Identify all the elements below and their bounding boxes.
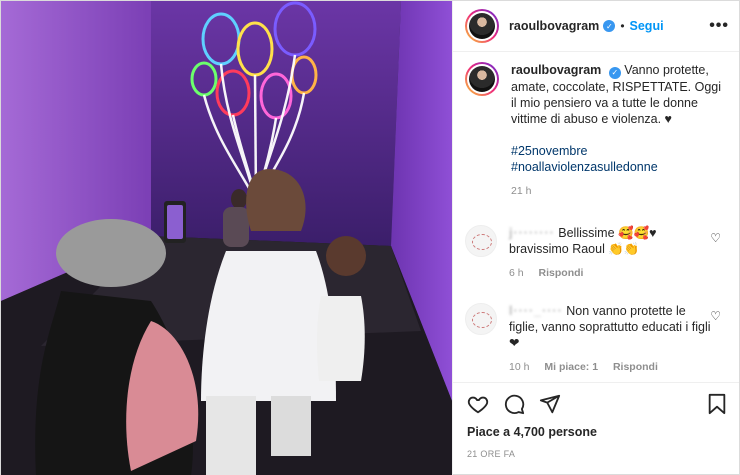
heart-icon[interactable]: [467, 393, 489, 415]
likes-count[interactable]: Piace a 4,700 persone: [467, 425, 727, 439]
separator-dot: •: [620, 19, 625, 33]
follow-button[interactable]: Segui: [630, 19, 664, 33]
reply-button[interactable]: Rispondi: [613, 361, 658, 373]
post-caption: raoulbovagram ✓ Vanno protette, amate, c…: [465, 62, 725, 199]
instagram-post: raoulbovagram ✓ • Segui ••• raoulbovagra…: [0, 0, 740, 475]
comment-time[interactable]: 10 h: [509, 361, 529, 373]
comment-icon[interactable]: [503, 393, 525, 415]
post-actions: Piace a 4,700 persone 21 ORE FA: [453, 382, 739, 475]
comment-item: l····_···· Non vanno protette le figlie,…: [465, 303, 725, 375]
post-photo[interactable]: [1, 1, 452, 475]
more-icon[interactable]: •••: [709, 17, 729, 35]
hashtag-link[interactable]: #noallaviolenzasulledonne: [511, 159, 725, 175]
bookmark-icon[interactable]: [707, 393, 727, 415]
photo-illustration: [1, 1, 452, 475]
comments-section: raoulbovagram ✓ Vanno protette, amate, c…: [453, 52, 739, 382]
hashtag-link[interactable]: #25novembre: [511, 143, 725, 159]
comment-avatar[interactable]: [465, 225, 497, 257]
comment-username[interactable]: l····_····: [509, 304, 563, 318]
comment-time[interactable]: 6 h: [509, 267, 524, 279]
comment-like-heart-icon[interactable]: ♡: [710, 231, 721, 245]
comment-avatar[interactable]: [465, 303, 497, 335]
verified-icon: ✓: [608, 67, 621, 79]
caption-time[interactable]: 21 h: [511, 185, 531, 197]
comment-username[interactable]: j········: [509, 226, 555, 240]
reply-button[interactable]: Rispondi: [539, 267, 584, 279]
verified-icon: ✓: [603, 20, 616, 32]
comment-likes[interactable]: Mi piace: 1: [544, 361, 598, 373]
caption-username[interactable]: raoulbovagram: [511, 63, 601, 77]
post-sidebar: raoulbovagram ✓ • Segui ••• raoulbovagra…: [452, 1, 739, 475]
author-username[interactable]: raoulbovagram: [509, 19, 599, 33]
comment-item: j········ Bellissime 🥰🥰♥ bravissimo Raou…: [465, 225, 725, 281]
caption-avatar[interactable]: [465, 62, 499, 96]
post-timestamp[interactable]: 21 ORE FA: [467, 449, 727, 459]
comment-like-heart-icon[interactable]: ♡: [710, 309, 721, 323]
post-header: raoulbovagram ✓ • Segui •••: [453, 1, 739, 52]
share-icon[interactable]: [539, 393, 561, 415]
author-avatar[interactable]: [465, 9, 499, 43]
